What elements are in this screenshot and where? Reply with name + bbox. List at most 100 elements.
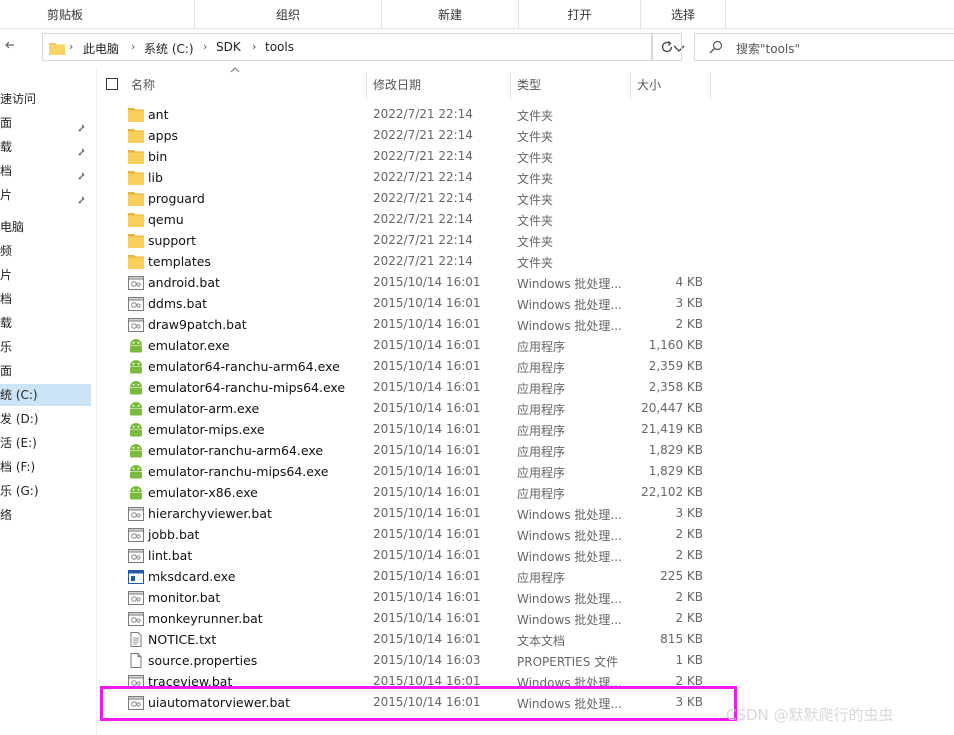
- ribbon-separator: [725, 0, 726, 28]
- ribbon-group-new[interactable]: 新建: [382, 0, 518, 28]
- file-row[interactable]: lint.bat 2015/10/14 16:01 Windows 批处理... 2 …: [100, 545, 720, 566]
- ribbon-group-open[interactable]: 打开: [519, 0, 640, 28]
- ribbon-group-labels: 剪贴板 组织 新建 打开 选择: [0, 0, 954, 29]
- file-row[interactable]: uiautomatorviewer.bat 2015/10/14 16:01 Win…: [100, 692, 720, 713]
- file-size: 2,359 KB: [648, 359, 703, 373]
- nav-item[interactable]: 频: [0, 240, 92, 262]
- file-row[interactable]: emulator-arm.exe 2015/10/14 16:01 应用程序 20,4…: [100, 398, 720, 419]
- refresh-button[interactable]: [652, 33, 682, 61]
- file-name: hierarchyviewer.bat: [148, 506, 272, 521]
- nav-item[interactable]: 速访问: [0, 88, 92, 110]
- nav-item[interactable]: 片: [0, 264, 92, 286]
- nav-item[interactable]: 乐: [0, 336, 92, 358]
- file-date: 2022/7/21 22:14: [373, 170, 473, 184]
- file-row[interactable]: bin 2022/7/21 22:14 文件夹: [100, 146, 720, 167]
- nav-item[interactable]: 电脑: [0, 216, 92, 238]
- file-row[interactable]: android.bat 2015/10/14 16:01 Windows 批处理..…: [100, 272, 720, 293]
- batch-file-icon: [128, 317, 144, 332]
- file-row[interactable]: emulator-ranchu-mips64.exe 2015/10/14 16:…: [100, 461, 720, 482]
- file-row[interactable]: emulator64-ranchu-mips64.exe 2015/10/14 1…: [100, 377, 720, 398]
- address-bar[interactable]: › 此电脑 › 系统 (C:) › SDK › tools: [42, 33, 685, 61]
- chevron-right-icon[interactable]: ›: [69, 40, 73, 53]
- file-row[interactable]: emulator.exe 2015/10/14 16:01 应用程序 1,160 KB: [100, 335, 720, 356]
- file-row[interactable]: emulator-mips.exe 2015/10/14 16:01 应用程序 21,…: [100, 419, 720, 440]
- nav-item[interactable]: 面: [0, 360, 92, 382]
- file-date: 2015/10/14 16:01: [373, 464, 481, 478]
- nav-item[interactable]: 统 (C:): [0, 384, 91, 406]
- file-row[interactable]: emulator64-ranchu-arm64.exe 2015/10/14 16…: [100, 356, 720, 377]
- file-row[interactable]: templates 2022/7/21 22:14 文件夹: [100, 251, 720, 272]
- nav-item[interactable]: 乐 (G:): [0, 480, 92, 502]
- column-separator[interactable]: [366, 72, 367, 98]
- file-row[interactable]: qemu 2022/7/21 22:14 文件夹: [100, 209, 720, 230]
- chevron-right-icon[interactable]: ›: [131, 40, 135, 53]
- file-name: monitor.bat: [148, 590, 221, 605]
- file-row[interactable]: traceview.bat 2015/10/14 16:01 Windows 批处理…: [100, 671, 720, 692]
- nav-item[interactable]: 络: [0, 504, 92, 526]
- file-size: 21,419 KB: [641, 422, 703, 436]
- nav-item[interactable]: 档 (F:): [0, 456, 92, 478]
- file-row[interactable]: ant 2022/7/21 22:14 文件夹: [100, 104, 720, 125]
- file-row[interactable]: emulator-ranchu-arm64.exe 2015/10/14 16:0…: [100, 440, 720, 461]
- nav-item[interactable]: 档: [0, 160, 92, 182]
- nav-item[interactable]: 发 (D:): [0, 408, 92, 430]
- file-row[interactable]: source.properties 2015/10/14 16:03 PROPERT…: [100, 650, 720, 671]
- column-header-name[interactable]: 名称: [131, 72, 155, 98]
- nav-item[interactable]: 档: [0, 288, 92, 310]
- android-icon: [128, 443, 144, 458]
- column-separator[interactable]: [710, 72, 711, 98]
- ribbon-group-select[interactable]: 选择: [641, 0, 725, 28]
- breadcrumb-this-pc[interactable]: 此电脑: [83, 40, 119, 57]
- file-row[interactable]: draw9patch.bat 2015/10/14 16:01 Windows 批处…: [100, 314, 720, 335]
- file-row[interactable]: NOTICE.txt 2015/10/14 16:01 文本文档 815 KB: [100, 629, 720, 650]
- file-row[interactable]: support 2022/7/21 22:14 文件夹: [100, 230, 720, 251]
- file-row[interactable]: hierarchyviewer.bat 2015/10/14 16:01 Windo…: [100, 503, 720, 524]
- file-size: 22,102 KB: [641, 485, 703, 499]
- nav-item[interactable]: 载: [0, 312, 92, 334]
- breadcrumb-sdk[interactable]: SDK: [216, 40, 241, 54]
- nav-item[interactable]: 活 (E:): [0, 432, 92, 454]
- column-separator[interactable]: [510, 72, 511, 98]
- breadcrumb-system-c[interactable]: 系统 (C:): [144, 40, 194, 57]
- column-separator[interactable]: [630, 72, 631, 98]
- nav-item[interactable]: 载: [0, 136, 92, 158]
- ribbon-group-clipboard[interactable]: 剪贴板: [0, 0, 130, 28]
- file-type: 文件夹: [517, 235, 554, 249]
- column-header-type[interactable]: 类型: [517, 72, 541, 98]
- file-row[interactable]: mksdcard.exe 2015/10/14 16:01 应用程序 225 KB: [100, 566, 720, 587]
- file-name: emulator-arm.exe: [148, 401, 260, 416]
- column-header-size[interactable]: 大小: [637, 72, 661, 98]
- file-name: support: [148, 233, 196, 248]
- column-header-date[interactable]: 修改日期: [373, 72, 421, 98]
- file-row[interactable]: emulator-x86.exe 2015/10/14 16:01 应用程序 22,1…: [100, 482, 720, 503]
- chevron-right-icon[interactable]: ›: [203, 40, 207, 53]
- file-type: 文件夹: [517, 256, 554, 270]
- blank-file-icon: [128, 653, 144, 668]
- file-row[interactable]: lib 2022/7/21 22:14 文件夹: [100, 167, 720, 188]
- file-row[interactable]: monitor.bat 2015/10/14 16:01 Windows 批处理..…: [100, 587, 720, 608]
- file-type: 文件夹: [517, 151, 554, 165]
- file-date: 2015/10/14 16:01: [373, 296, 481, 310]
- nav-item[interactable]: 面: [0, 112, 92, 134]
- select-all-checkbox[interactable]: [106, 78, 118, 90]
- search-input[interactable]: 搜索"tools": [736, 40, 800, 57]
- file-row[interactable]: ddms.bat 2015/10/14 16:01 Windows 批处理... 3 …: [100, 293, 720, 314]
- file-row[interactable]: apps 2022/7/21 22:14 文件夹: [100, 125, 720, 146]
- file-row[interactable]: proguard 2022/7/21 22:14 文件夹: [100, 188, 720, 209]
- file-name: emulator-ranchu-mips64.exe: [148, 464, 329, 479]
- search-box[interactable]: 搜索"tools": [694, 33, 954, 61]
- file-row[interactable]: monkeyrunner.bat 2015/10/14 16:01 Windows …: [100, 608, 720, 629]
- file-date: 2015/10/14 16:01: [373, 422, 481, 436]
- file-size: 1,160 KB: [648, 338, 703, 352]
- file-row[interactable]: jobb.bat 2015/10/14 16:01 Windows 批处理... 2 …: [100, 524, 720, 545]
- breadcrumb-tools[interactable]: tools: [265, 40, 294, 54]
- nav-item[interactable]: 片: [0, 184, 92, 206]
- chevron-right-icon[interactable]: ›: [252, 40, 256, 53]
- batch-file-icon: [128, 611, 144, 626]
- file-size: 2 KB: [675, 674, 703, 688]
- nav-item-label: 电脑: [0, 220, 25, 234]
- ribbon-group-organize[interactable]: 组织: [195, 0, 381, 28]
- batch-file-icon: [128, 548, 144, 563]
- folder-icon: [128, 233, 144, 248]
- back-arrow-icon[interactable]: [4, 39, 20, 57]
